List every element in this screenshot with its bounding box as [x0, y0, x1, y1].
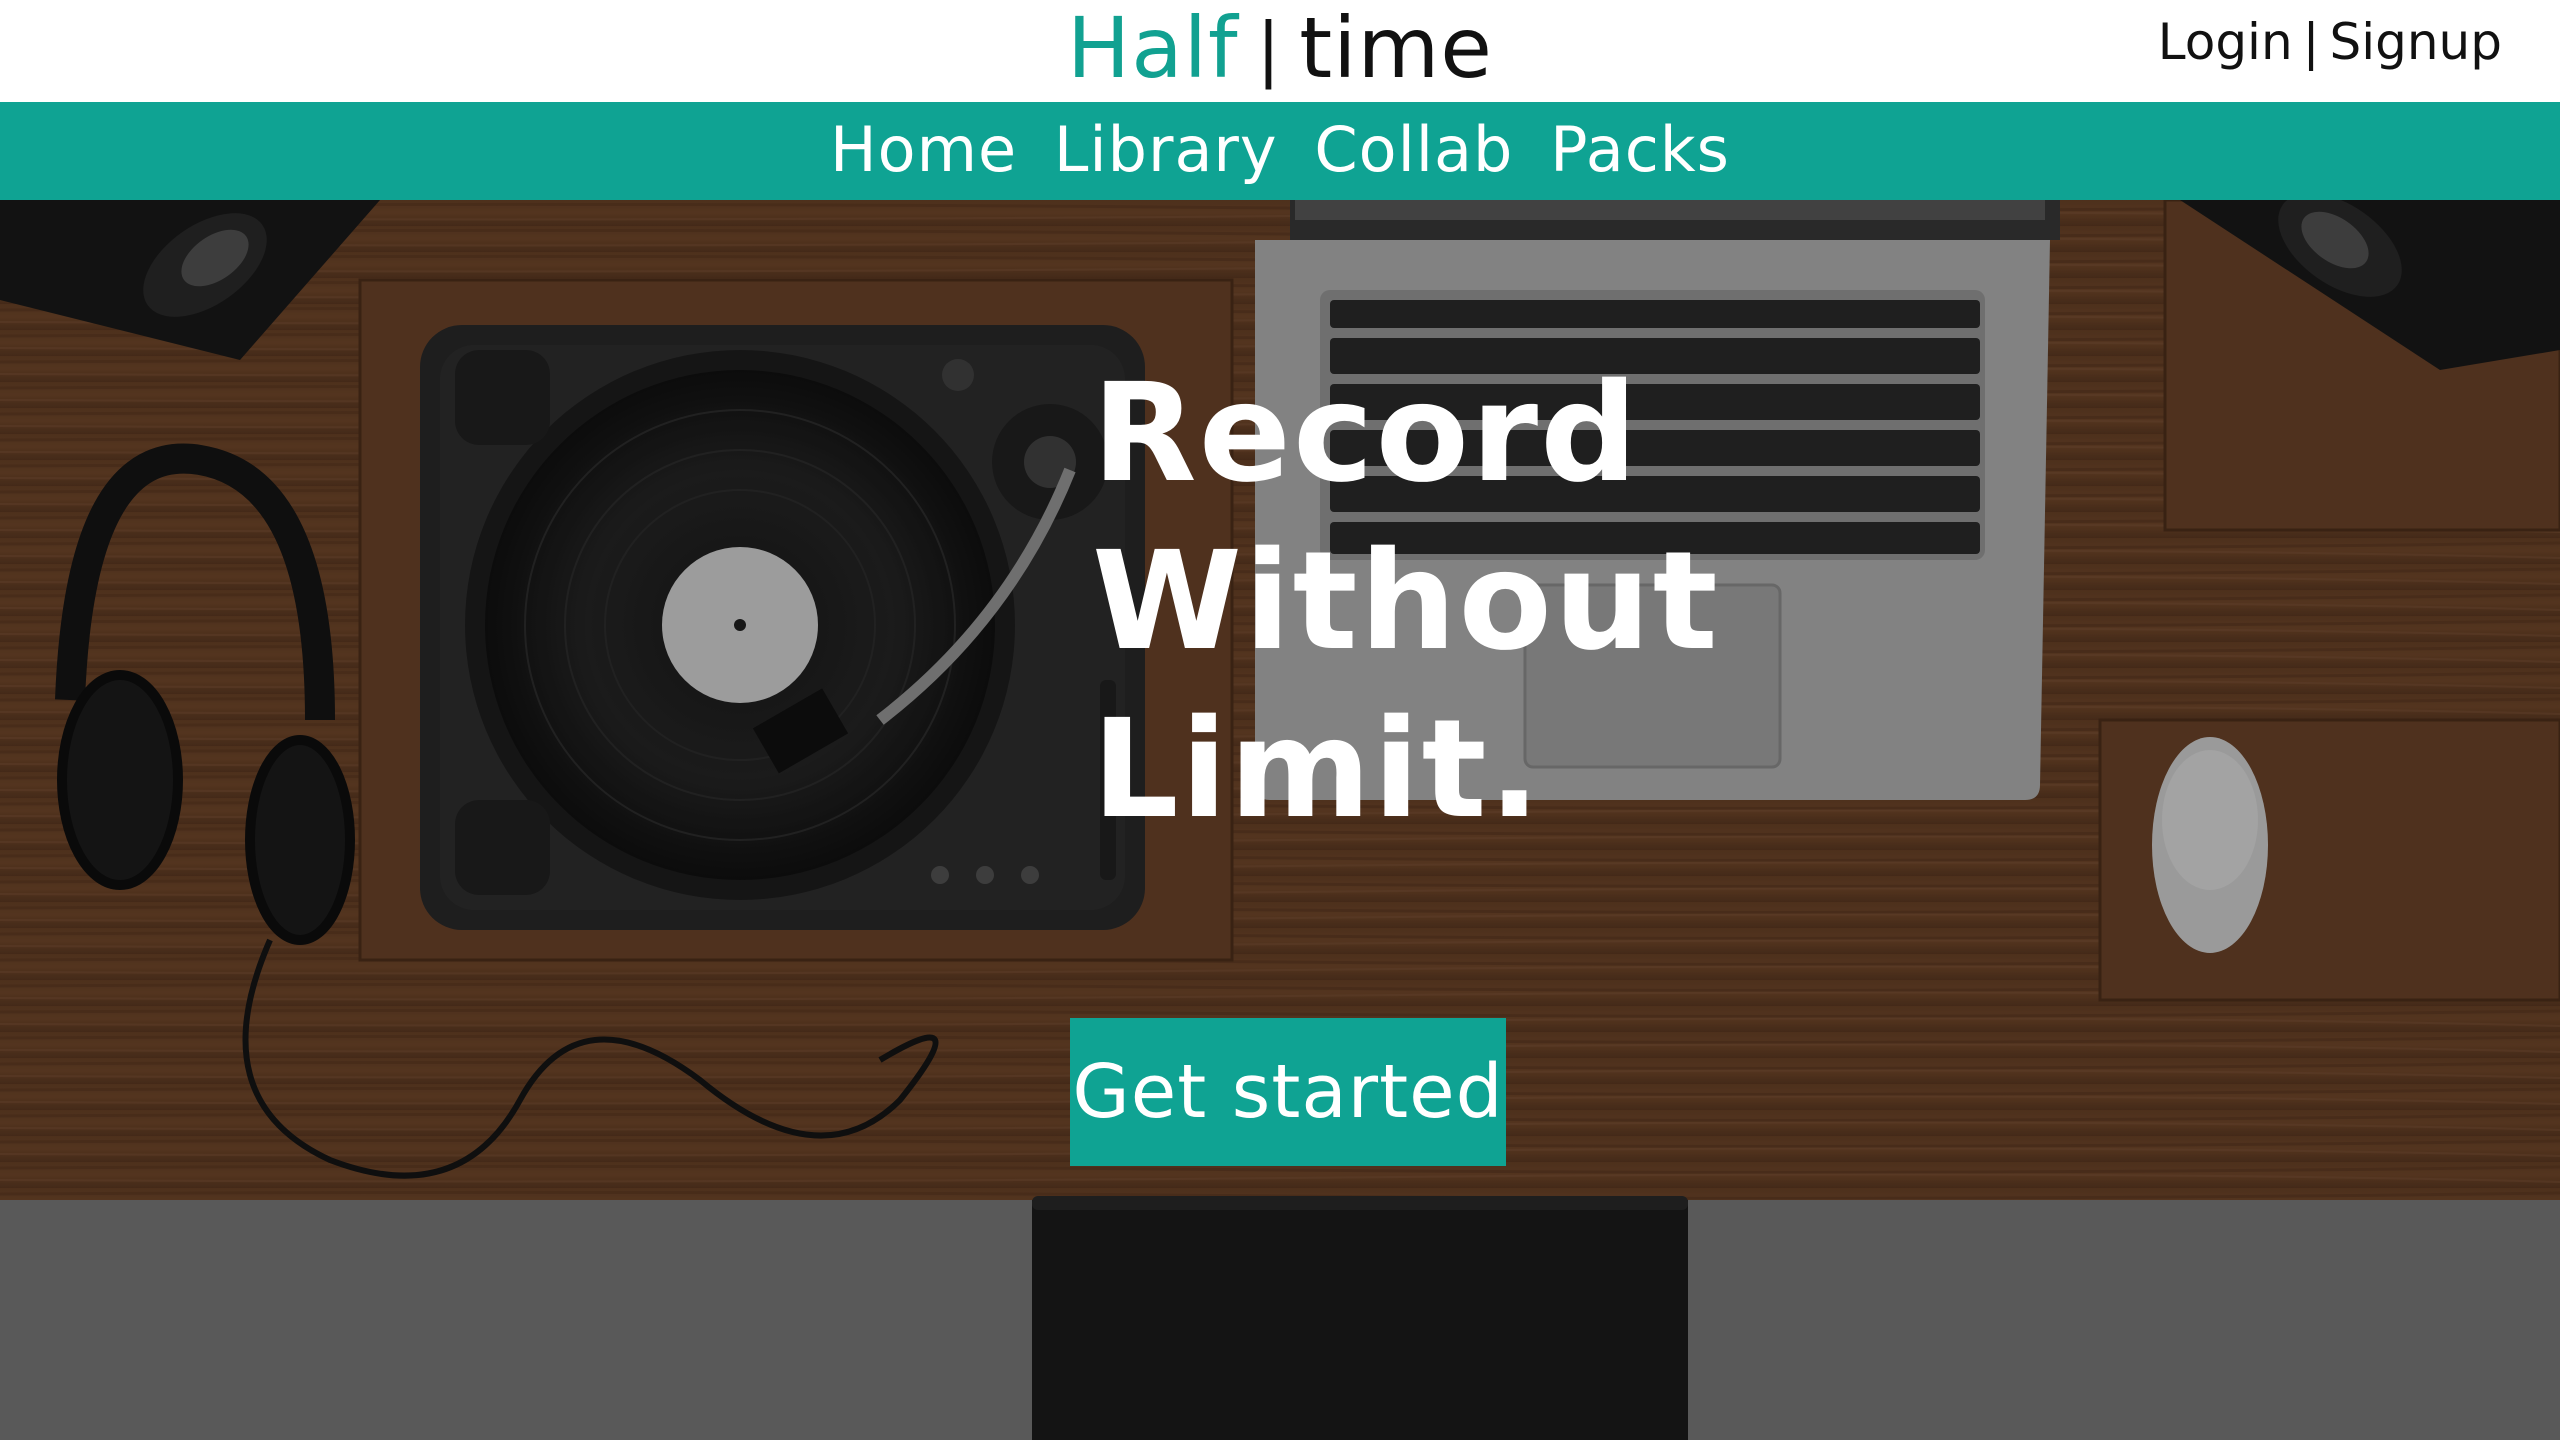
- headline-line-1: Record: [1092, 355, 1640, 513]
- brand-half: Half: [1067, 0, 1239, 97]
- headline-line-2: Without: [1092, 523, 1720, 681]
- nav-item-library[interactable]: Library: [1054, 113, 1278, 186]
- nav-item-packs[interactable]: Packs: [1550, 113, 1730, 186]
- signup-link[interactable]: Signup: [2330, 13, 2503, 71]
- headline-line-3: Limit.: [1092, 691, 1543, 849]
- hero-section: Record Without Limit. Get started: [0, 200, 2560, 1440]
- auth-separator: |: [2302, 13, 2320, 71]
- brand-separator: |: [1256, 8, 1282, 90]
- get-started-button[interactable]: Get started: [1070, 1018, 1506, 1166]
- nav-item-home[interactable]: Home: [830, 113, 1017, 186]
- hero-headline: Record Without Limit.: [1092, 350, 1992, 854]
- auth-links: Login | Signup: [2158, 10, 2502, 74]
- main-nav: Home Library Collab Packs: [0, 102, 2560, 200]
- brand-time: time: [1299, 0, 1493, 97]
- top-bar: Half | time Login | Signup: [0, 0, 2560, 102]
- nav-item-collab[interactable]: Collab: [1314, 113, 1513, 186]
- login-link[interactable]: Login: [2158, 13, 2293, 71]
